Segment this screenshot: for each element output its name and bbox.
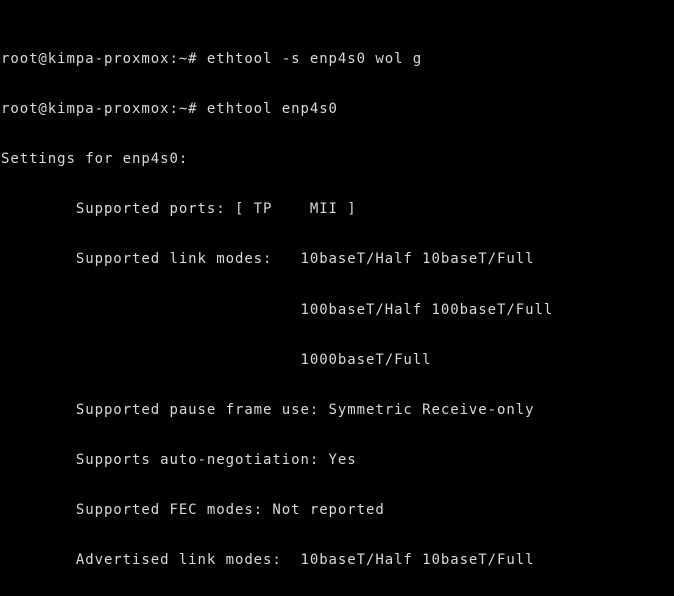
terminal-line: root@kimpa-proxmox:~# ethtool -s enp4s0 … bbox=[1, 51, 423, 68]
terminal-line: Settings for enp4s0: bbox=[1, 151, 189, 168]
terminal-line: Supported pause frame use: Symmetric Rec… bbox=[1, 401, 535, 418]
terminal-line: Supported FEC modes: Not reported bbox=[1, 501, 385, 518]
terminal-line: Advertised link modes: 10baseT/Half 10ba… bbox=[1, 552, 535, 569]
terminal-line: Supported ports: [ TP MII ] bbox=[1, 201, 357, 218]
terminal-screen: root@kimpa-proxmox:~# ethtool -s enp4s0 … bbox=[1, 1, 674, 596]
terminal-line: Supports auto-negotiation: Yes bbox=[1, 451, 357, 468]
terminal-window[interactable]: root@kimpa-proxmox:~# ethtool -s enp4s0 … bbox=[0, 0, 674, 596]
terminal-line: root@kimpa-proxmox:~# ethtool enp4s0 bbox=[1, 101, 338, 118]
terminal-line: Supported link modes: 10baseT/Half 10bas… bbox=[1, 251, 535, 268]
terminal-line: 1000baseT/Full bbox=[1, 351, 432, 368]
terminal-line: 100baseT/Half 100baseT/Full bbox=[1, 301, 554, 318]
